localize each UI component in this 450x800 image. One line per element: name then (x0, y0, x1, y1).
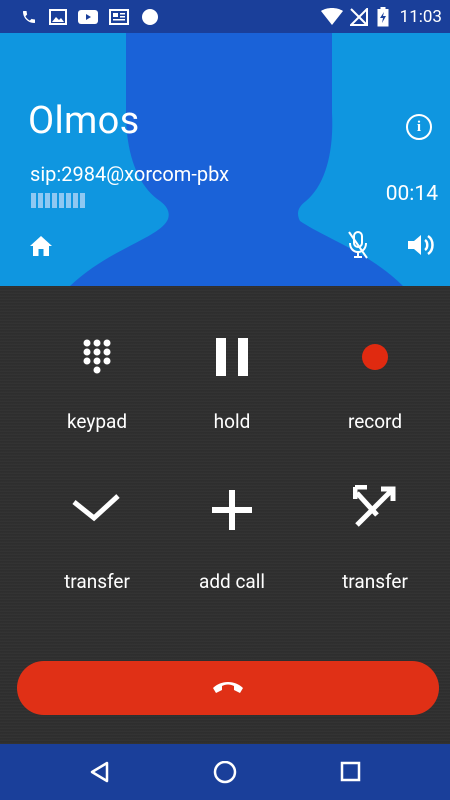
hold-button[interactable]: hold (157, 320, 307, 460)
battery-charging-icon (377, 7, 389, 27)
keypad-label: keypad (66, 410, 128, 433)
speaker-icon[interactable] (407, 233, 437, 257)
add-call-label: add call (199, 570, 265, 593)
image-icon (49, 9, 67, 25)
dialpad-icon (83, 339, 111, 374)
plus-icon (212, 490, 252, 530)
hangup-button[interactable] (17, 661, 439, 715)
transfer-attended-label: transfer (64, 570, 130, 593)
keypad-button[interactable]: keypad (22, 320, 172, 460)
phone-icon (23, 11, 35, 23)
transfer-attended-button[interactable]: transfer (22, 480, 172, 620)
caller-name: Olmos (28, 99, 140, 143)
hold-label: hold (213, 410, 251, 433)
circle-icon (142, 9, 158, 25)
no-signal-icon (350, 8, 368, 26)
news-icon (109, 9, 129, 25)
add-call-button[interactable]: add call (157, 480, 307, 620)
mic-off-icon[interactable] (347, 230, 369, 260)
record-icon (362, 344, 388, 370)
end-call-icon (213, 682, 243, 693)
status-bar: 11:03 (0, 0, 450, 33)
clock: 11:03 (399, 7, 442, 27)
recents-icon[interactable] (340, 761, 362, 783)
blind-transfer-icon (353, 485, 396, 527)
contact-silhouette (70, 33, 403, 286)
call-header: Olmos i sip:2984@xorcom-pbx 00:14 (0, 33, 450, 286)
info-icon[interactable]: i (406, 114, 432, 140)
home-nav-icon[interactable] (212, 761, 238, 787)
youtube-icon (78, 10, 98, 24)
record-label: record (347, 410, 403, 433)
wifi-icon (321, 8, 343, 25)
transfer-blind-button[interactable]: transfer (300, 480, 450, 620)
back-icon[interactable] (89, 761, 111, 783)
pause-icon (216, 338, 248, 376)
record-button[interactable]: record (300, 320, 450, 460)
navigation-bar (0, 744, 450, 800)
home-icon[interactable] (29, 235, 53, 257)
transfer-blind-label: transfer (342, 570, 408, 593)
audio-level-meter (31, 193, 85, 208)
sip-address: sip:2984@xorcom-pbx (30, 162, 230, 186)
call-duration: 00:14 (385, 182, 438, 206)
attended-transfer-icon (72, 494, 120, 522)
